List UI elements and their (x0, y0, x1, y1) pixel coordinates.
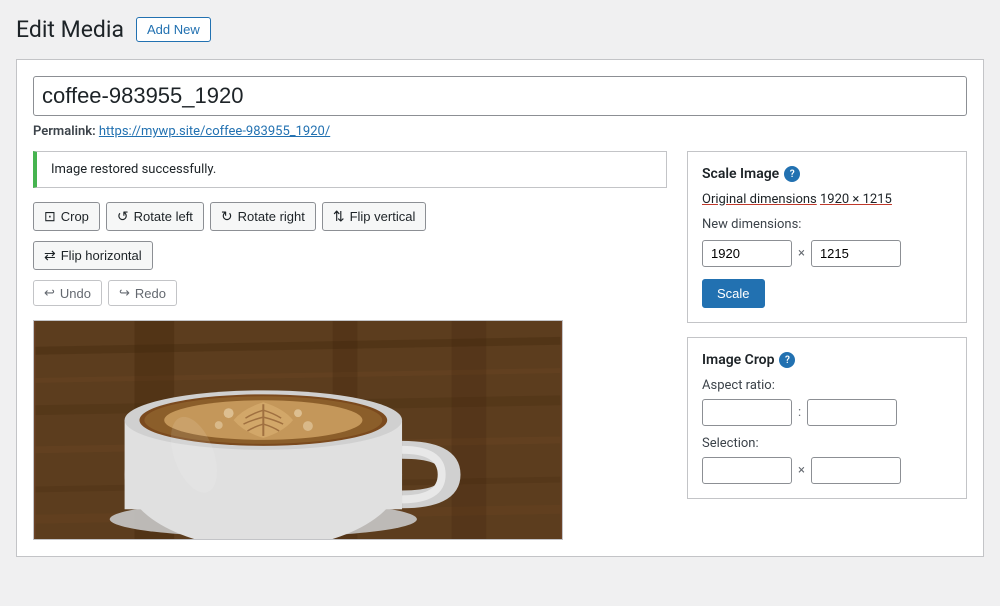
selection-height-input[interactable] (811, 457, 901, 484)
scale-image-section: Scale Image ? Original dimensions 1920 ×… (687, 151, 967, 323)
aspect-ratio-inputs: : (702, 399, 952, 426)
page-title: Edit Media (16, 16, 124, 43)
aspect-separator: : (798, 405, 801, 420)
page-header: Edit Media Add New (16, 16, 984, 43)
selection-inputs: × (702, 457, 952, 484)
flip-vertical-icon: ⇅ (333, 208, 345, 225)
new-dims-label: New dimensions: (702, 217, 952, 232)
permalink-link[interactable]: https://mywp.site/coffee-983955_1920/ (99, 124, 330, 139)
original-dims-value: 1920 × 1215 (820, 192, 892, 207)
scale-width-input[interactable] (702, 240, 792, 267)
add-new-button[interactable]: Add New (136, 17, 211, 42)
permalink-row: Permalink: https://mywp.site/coffee-9839… (33, 124, 967, 139)
crop-button[interactable]: ⊡ Crop (33, 202, 100, 231)
original-dims: Original dimensions 1920 × 1215 (702, 192, 952, 207)
aspect-height-input[interactable] (807, 399, 897, 426)
rotate-right-button[interactable]: ↻ Rotate right (210, 202, 316, 231)
rotate-left-button[interactable]: ↺ Rotate left (106, 202, 204, 231)
image-preview (33, 320, 563, 540)
left-panel: Image restored successfully. ⊡ Crop ↺ Ro… (33, 151, 667, 540)
flip-horizontal-button[interactable]: ⇄ Flip horizontal (33, 241, 153, 270)
aspect-ratio-label: Aspect ratio: (702, 378, 952, 393)
crop-label: Crop (61, 209, 89, 224)
success-notice: Image restored successfully. (33, 151, 667, 188)
aspect-width-input[interactable] (702, 399, 792, 426)
undo-button[interactable]: ↩ Undo (33, 280, 102, 306)
flip-vertical-label: Flip vertical (350, 209, 416, 224)
selection-width-input[interactable] (702, 457, 792, 484)
undo-redo-row: ↩ Undo ↪ Redo (33, 280, 667, 306)
coffee-image (34, 321, 562, 539)
flip-horizontal-icon: ⇄ (44, 247, 56, 264)
filename-input[interactable] (33, 76, 967, 116)
rotate-right-label: Rotate right (238, 209, 305, 224)
undo-label: Undo (60, 286, 91, 301)
success-message: Image restored successfully. (51, 162, 216, 177)
dims-separator: × (798, 246, 805, 261)
rotate-left-icon: ↺ (117, 208, 129, 225)
redo-button[interactable]: ↪ Redo (108, 280, 177, 306)
image-tools-row2: ⇄ Flip horizontal (33, 241, 667, 270)
dims-inputs: × (702, 240, 952, 267)
flip-horizontal-label: Flip horizontal (61, 248, 142, 263)
main-content: Permalink: https://mywp.site/coffee-9839… (16, 59, 984, 557)
rotate-right-icon: ↻ (221, 208, 233, 225)
selection-separator: × (798, 463, 805, 478)
flip-vertical-button[interactable]: ⇅ Flip vertical (322, 202, 426, 231)
redo-icon: ↪ (119, 285, 130, 301)
scale-image-title: Scale Image ? (702, 166, 952, 182)
image-crop-section: Image Crop ? Aspect ratio: : Selection: … (687, 337, 967, 499)
scale-height-input[interactable] (811, 240, 901, 267)
undo-icon: ↩ (44, 285, 55, 301)
image-crop-title: Image Crop ? (702, 352, 952, 368)
permalink-label: Permalink: (33, 124, 96, 139)
scale-help-icon[interactable]: ? (784, 166, 800, 182)
crop-icon: ⊡ (44, 208, 56, 225)
scale-button[interactable]: Scale (702, 279, 765, 308)
image-tools: ⊡ Crop ↺ Rotate left ↻ Rotate right ⇅ Fl… (33, 202, 667, 231)
selection-label: Selection: (702, 436, 952, 451)
redo-label: Redo (135, 286, 166, 301)
right-panel: Scale Image ? Original dimensions 1920 ×… (687, 151, 967, 540)
crop-help-icon[interactable]: ? (779, 352, 795, 368)
rotate-left-label: Rotate left (134, 209, 193, 224)
